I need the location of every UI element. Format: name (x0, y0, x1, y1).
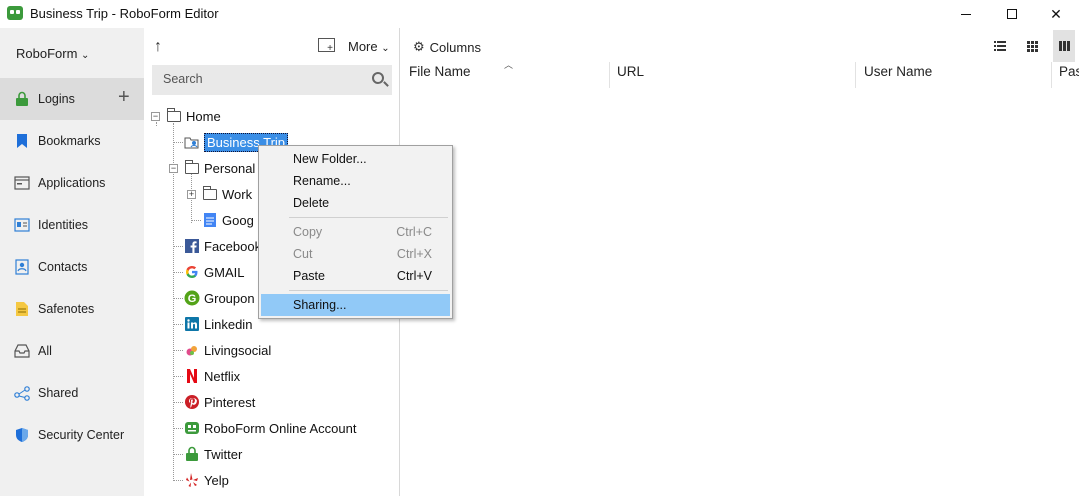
tree-item-netflix[interactable]: Netflix (184, 364, 240, 388)
account-menu[interactable]: RoboForm ⌄ (16, 46, 89, 61)
tree-item-livingsocial[interactable]: Livingsocial (184, 338, 271, 362)
tree-item-home[interactable]: Home (166, 104, 221, 128)
chevron-down-icon: ⌄ (81, 50, 90, 61)
add-login-button[interactable]: + (118, 86, 130, 109)
lock-icon (14, 91, 30, 107)
pinterest-icon (184, 394, 200, 410)
folder-icon (202, 185, 218, 202)
search-icon[interactable] (372, 72, 384, 84)
main-list-panel: ⚙ Columns ︿ File Name URL User Name Pas (401, 28, 1079, 496)
sidebar-item-bookmarks[interactable]: Bookmarks (0, 120, 144, 162)
roboform-logo-icon (7, 6, 23, 20)
tree-item-facebook[interactable]: Facebook (184, 234, 261, 258)
sidebar-item-identities[interactable]: Identities (0, 204, 144, 246)
application-icon (14, 175, 30, 191)
livingsocial-icon (184, 342, 200, 358)
identity-card-icon (14, 217, 30, 233)
sidebar-item-logins[interactable]: Logins + (0, 78, 144, 120)
close-button[interactable]: ✕ (1033, 0, 1079, 28)
facebook-icon (184, 238, 200, 254)
menu-item-copy: Copy Ctrl+C (293, 225, 432, 239)
contact-icon (14, 259, 30, 275)
columns-view-icon (1058, 41, 1070, 51)
tree-item-yelp[interactable]: Yelp (184, 468, 229, 492)
expand-work-toggle[interactable]: + (187, 190, 196, 199)
bookmark-icon (14, 133, 30, 149)
list-view-icon (994, 41, 1006, 51)
column-header-password[interactable]: Pas (1059, 64, 1079, 86)
column-divider[interactable] (1051, 62, 1052, 88)
menu-item-cut: Cut Ctrl+X (293, 247, 432, 261)
sidebar-item-all[interactable]: All (0, 330, 144, 372)
sort-ascending-icon: ︿ (504, 60, 514, 70)
yelp-icon (184, 472, 200, 488)
more-menu-button[interactable]: More ⌄ (348, 39, 390, 54)
window-title: Business Trip - RoboForm Editor (30, 6, 219, 21)
minimize-button[interactable] (943, 0, 989, 28)
context-menu: New Folder... Rename... Delete Copy Ctrl… (258, 145, 453, 319)
menu-item-paste[interactable]: Paste Ctrl+V (261, 265, 450, 287)
up-arrow-icon[interactable]: ↑ (154, 38, 162, 56)
sidebar-item-applications[interactable]: Applications (0, 162, 144, 204)
menu-item-sharing[interactable]: Sharing... (261, 294, 450, 316)
column-header-user-name[interactable]: User Name (864, 64, 932, 86)
tree-item-groupon[interactable]: G Groupon (184, 286, 255, 310)
menu-separator (289, 217, 448, 218)
tree-item-roboform-online-account[interactable]: RoboForm Online Account (184, 416, 356, 440)
tree-item-personal[interactable]: Personal (184, 156, 255, 180)
collapse-home-toggle[interactable]: − (151, 112, 160, 121)
sidebar-item-safenotes[interactable]: Safenotes (0, 288, 144, 330)
gear-icon: ⚙ (413, 39, 425, 54)
tree-item-twitter[interactable]: Twitter (184, 442, 242, 466)
tree-item-work[interactable]: Work (202, 182, 252, 206)
grid-view-icon (1026, 40, 1038, 52)
linkedin-icon (184, 316, 200, 332)
netflix-icon (184, 368, 200, 384)
title-bar: Business Trip - RoboForm Editor ✕ (0, 0, 1079, 28)
shield-icon (14, 427, 30, 443)
note-icon (14, 301, 30, 317)
chevron-down-icon: ⌄ (381, 43, 390, 54)
column-header-file-name[interactable]: File Name (409, 64, 471, 86)
tree-item-google[interactable]: Goog (202, 208, 254, 232)
folder-icon (184, 159, 200, 176)
sidebar: RoboForm ⌄ Logins + Bookmarks Applicatio… (0, 28, 144, 496)
columns-view-button[interactable] (1053, 30, 1075, 62)
sidebar-item-contacts[interactable]: Contacts (0, 246, 144, 288)
list-view-button[interactable] (989, 36, 1011, 56)
collapse-personal-toggle[interactable]: − (169, 164, 178, 173)
menu-item-delete[interactable]: Delete (261, 192, 450, 214)
column-header-url[interactable]: URL (617, 64, 644, 86)
new-folder-icon[interactable] (318, 38, 335, 54)
tree-item-pinterest[interactable]: Pinterest (184, 390, 255, 414)
folder-icon (166, 107, 182, 124)
lock-icon (184, 446, 200, 462)
sidebar-item-shared[interactable]: Shared (0, 372, 144, 414)
search-input[interactable]: Search (152, 65, 392, 95)
tree-item-linkedin[interactable]: Linkedin (184, 312, 252, 336)
share-icon (14, 385, 30, 401)
document-icon (202, 212, 218, 228)
google-icon (184, 264, 200, 280)
columns-button[interactable]: ⚙ Columns (413, 39, 481, 55)
grid-view-button[interactable] (1021, 36, 1043, 56)
sidebar-item-security-center[interactable]: Security Center (0, 414, 144, 456)
menu-item-new-folder[interactable]: New Folder... (261, 148, 450, 170)
column-divider[interactable] (609, 62, 610, 88)
groupon-icon: G (184, 290, 200, 306)
inbox-icon (14, 343, 30, 359)
maximize-button[interactable] (989, 0, 1035, 28)
shared-folder-icon (184, 134, 200, 150)
tree-item-gmail[interactable]: GMAIL (184, 260, 244, 284)
column-divider[interactable] (855, 62, 856, 88)
svg-text:G: G (188, 293, 197, 305)
menu-item-rename[interactable]: Rename... (261, 170, 450, 192)
roboform-icon (184, 420, 200, 436)
menu-separator (289, 290, 448, 291)
